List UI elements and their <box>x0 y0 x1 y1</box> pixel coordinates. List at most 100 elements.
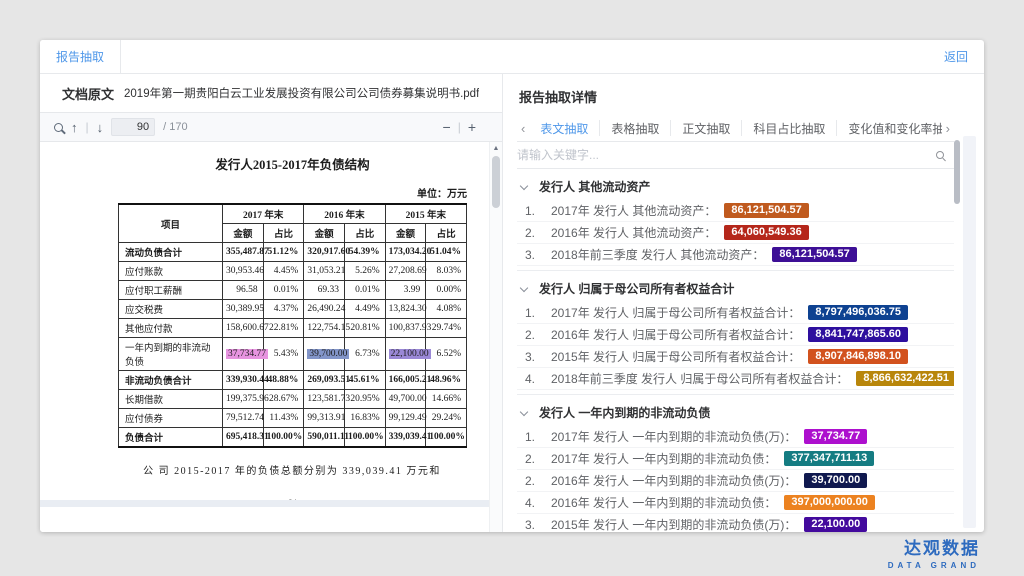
table-cell: 30,389.95 <box>223 300 264 319</box>
table-cell: 6.73% <box>344 338 385 371</box>
extraction-item[interactable]: 1.2017年 发行人 其他流动资产： 86,121,504.57 <box>517 200 954 222</box>
tabs-prev-icon[interactable]: ‹ <box>517 121 529 136</box>
value-badge[interactable]: 86,121,504.57 <box>772 247 856 262</box>
extraction-group-list: 发行人 其他流动资产 1.2017年 发行人 其他流动资产： 86,121,504.… <box>517 169 954 532</box>
item-number: 1. <box>525 204 551 218</box>
table-cell: 100.00% <box>263 428 304 448</box>
extraction-item[interactable]: 4.2018年前三季度 发行人 归属于母公司所有者权益合计：8,866,632,… <box>517 368 954 390</box>
table-cell: 13,824.30 <box>385 300 426 319</box>
scroll-up-icon[interactable]: ▲ <box>490 142 502 152</box>
item-label: 2018年前三季度 发行人 其他流动资产： <box>551 246 764 263</box>
logo-chinese: 达观数据 <box>888 534 980 559</box>
extraction-item[interactable]: 4.2016年 发行人 一年内到期的非流动负债：397,000,000.00 <box>517 492 954 514</box>
extraction-item[interactable]: 2.2016年 发行人 一年内到期的非流动负债(万)：39,700.00 <box>517 470 954 492</box>
pdf-search-icon[interactable] <box>54 123 63 132</box>
table-cell: 20.81% <box>344 319 385 338</box>
pdf-paragraph: 公 司 2015-2017 年的负债总额分别为 339,039.41 万元和 <box>102 462 482 477</box>
highlighted-value: 22,100.00 <box>389 349 431 359</box>
panel-scroll-gutter[interactable] <box>963 136 976 528</box>
table-cell: 339,930.44 <box>223 371 264 390</box>
table-cell: 100.00% <box>426 428 467 448</box>
datagrand-logo: 达观数据 DATA GRAND <box>888 534 980 570</box>
pdf-viewport[interactable]: 发行人2015-2017年负债结构 单位：万元 项目2017 年末2016 年末… <box>40 142 502 532</box>
page-number-input[interactable] <box>111 118 155 136</box>
row-label: 非流动负债合计 <box>119 371 223 390</box>
chevron-down-icon[interactable] <box>520 181 528 189</box>
group-header[interactable]: 发行人 其他流动资产 <box>517 173 954 200</box>
header-spacer <box>121 40 928 73</box>
table-cell: 27,208.69 <box>385 262 426 281</box>
chevron-down-icon[interactable] <box>520 407 528 415</box>
item-number: 2. <box>525 226 551 240</box>
value-badge[interactable]: 8,866,632,422.51 <box>856 371 954 386</box>
col-header-ratio: 占比 <box>344 224 385 243</box>
table-cell: 166,005.21 <box>385 371 426 390</box>
value-badge[interactable]: 22,100.00 <box>804 517 867 532</box>
zoom-in-button[interactable]: + <box>468 120 476 134</box>
value-badge[interactable]: 37,734.77 <box>804 429 867 444</box>
list-scrollbar-thumb[interactable] <box>954 140 960 204</box>
extraction-item[interactable]: 1.2017年 发行人 一年内到期的非流动负债(万)：37,734.77 <box>517 426 954 448</box>
zoom-out-button[interactable]: − <box>443 120 451 134</box>
item-number: 3. <box>525 518 551 532</box>
chevron-down-icon[interactable] <box>520 283 528 291</box>
table-row: 应付账款30,953.464.45%31,053.215.26%27,208.6… <box>119 262 467 281</box>
pdf-scrollbar-thumb[interactable] <box>492 156 500 208</box>
value-badge[interactable]: 64,060,549.36 <box>724 225 808 240</box>
value-badge[interactable]: 86,121,504.57 <box>724 203 808 218</box>
extraction-tab-5[interactable]: 变化值和变化率抽取 <box>836 120 941 136</box>
extraction-item[interactable]: 1.2017年 发行人 归属于母公司所有者权益合计：8,797,496,036.… <box>517 302 954 324</box>
item-number: 2. <box>525 452 551 466</box>
table-head: 项目2017 年末2016 年末2015 年末金额占比金额占比金额占比 <box>119 204 467 243</box>
value-badge[interactable]: 8,841,747,865.60 <box>808 327 908 342</box>
item-label: 2017年 发行人 其他流动资产： <box>551 202 716 219</box>
group-header[interactable]: 发行人 一年内到期的非流动负债 <box>517 399 954 426</box>
back-button[interactable]: 返回 <box>928 40 984 73</box>
pdf-panel: 文档原文 2019年第一期贵阳白云工业发展投资有限公司公司债券募集说明书.pdf… <box>40 74 503 532</box>
table-cell: 123,581.73 <box>304 390 345 409</box>
extraction-tab-4[interactable]: 科目占比抽取 <box>741 120 836 136</box>
value-badge[interactable]: 397,000,000.00 <box>784 495 874 510</box>
table-cell: 28.67% <box>263 390 304 409</box>
tab-strip: 表文抽取表格抽取正文抽取科目占比抽取变化值和变化率抽取董监高年龄抽取变动趋势 <box>529 115 941 141</box>
liability-structure-table: 项目2017 年末2016 年末2015 年末金额占比金额占比金额占比 流动负债… <box>118 203 467 448</box>
tab-report-extraction[interactable]: 报告抽取 <box>40 40 121 73</box>
extraction-tab-1[interactable]: 表文抽取 <box>529 120 599 136</box>
group-header[interactable]: 发行人 归属于母公司所有者权益合计 <box>517 275 954 302</box>
table-cell: 3.99 <box>385 281 426 300</box>
extraction-item[interactable]: 2.2016年 发行人 其他流动资产：64,060,549.36 <box>517 222 954 244</box>
extraction-tab-3[interactable]: 正文抽取 <box>670 120 741 136</box>
extraction-tab-2[interactable]: 表格抽取 <box>599 120 670 136</box>
table-cell: 5.26% <box>344 262 385 281</box>
table-cell: 22,100.00 <box>385 338 426 371</box>
extraction-item[interactable]: 3.2018年前三季度 发行人 其他流动资产：86,121,504.57 <box>517 244 954 266</box>
table-cell: 31,053.21 <box>304 262 345 281</box>
extraction-item[interactable]: 2.2016年 发行人 归属于母公司所有者权益合计：8,841,747,865.… <box>517 324 954 346</box>
extraction-tab-bar: ‹ 表文抽取表格抽取正文抽取科目占比抽取变化值和变化率抽取董监高年龄抽取变动趋势… <box>517 115 954 142</box>
keyword-search-input[interactable] <box>517 148 936 162</box>
value-badge[interactable]: 8,797,496,036.75 <box>808 305 908 320</box>
pdf-scrollbar[interactable]: ▲ <box>489 142 502 532</box>
row-label: 长期借款 <box>119 390 223 409</box>
value-badge[interactable]: 8,907,846,898.10 <box>808 349 908 364</box>
table-cell: 69.33 <box>304 281 345 300</box>
tabs-next-icon[interactable]: › <box>942 121 954 136</box>
extraction-item[interactable]: 2.2017年 发行人 一年内到期的非流动负债：377,347,711.13 <box>517 448 954 470</box>
col-header-amount: 金额 <box>385 224 426 243</box>
pdf-page: 发行人2015-2017年负债结构 单位：万元 项目2017 年末2016 年末… <box>40 142 502 507</box>
table-cell: 49,700.00 <box>385 390 426 409</box>
extraction-item[interactable]: 3.2015年 发行人 一年内到期的非流动负债(万)：22,100.00 <box>517 514 954 532</box>
value-badge[interactable]: 39,700.00 <box>804 473 867 488</box>
page-up-icon[interactable]: ↑ <box>71 121 78 134</box>
table-row: 负债合计695,418.31100.00%590,011.11100.00%33… <box>119 428 467 448</box>
extraction-item[interactable]: 3.2015年 发行人 归属于母公司所有者权益合计：8,907,846,898.… <box>517 346 954 368</box>
value-badge[interactable]: 377,347,711.13 <box>784 451 874 466</box>
document-header: 文档原文 2019年第一期贵阳白云工业发展投资有限公司公司债券募集说明书.pdf <box>40 74 502 112</box>
search-icon[interactable] <box>936 151 944 159</box>
logo-english: DATA GRAND <box>888 561 980 570</box>
table-cell: 16.83% <box>344 409 385 428</box>
page-down-icon[interactable]: ↓ <box>97 121 104 134</box>
table-cell: 4.37% <box>263 300 304 319</box>
item-number: 4. <box>525 496 551 510</box>
table-cell: 0.01% <box>344 281 385 300</box>
